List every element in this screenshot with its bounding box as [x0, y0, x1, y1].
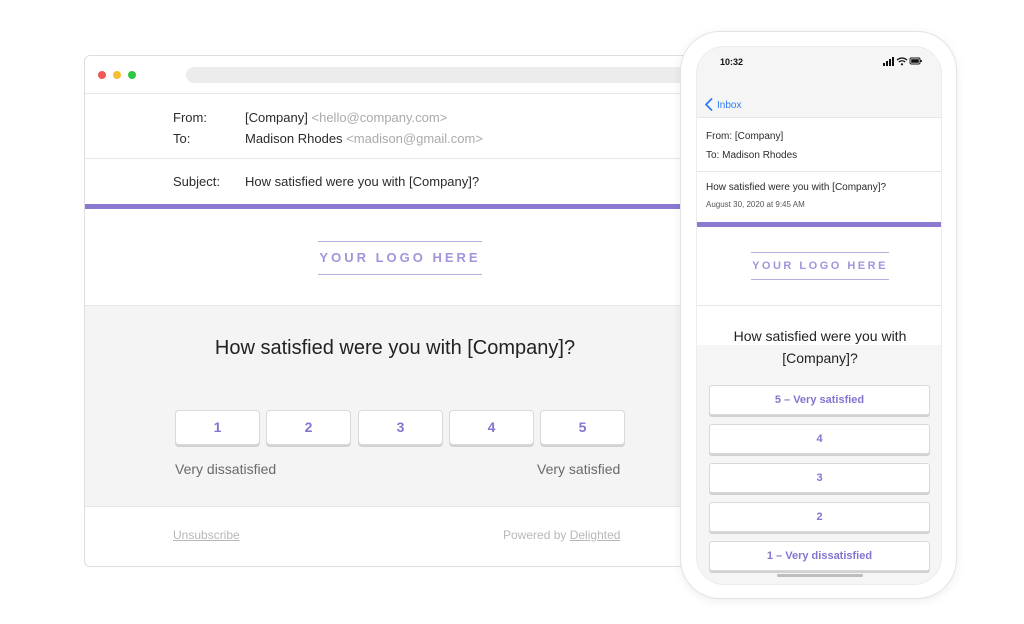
home-indicator[interactable]	[777, 574, 863, 577]
mail-navbar: Inbox	[697, 87, 941, 117]
powered-by-text: Powered by	[503, 528, 567, 542]
status-icons	[883, 57, 922, 66]
wifi-icon	[896, 57, 908, 66]
delighted-link[interactable]: Delighted	[570, 528, 621, 542]
from-label: From:	[173, 110, 207, 125]
rating-button-3[interactable]: 3	[358, 410, 443, 445]
maximize-window-button[interactable]	[128, 71, 136, 79]
back-chevron-icon[interactable]	[704, 98, 713, 111]
inbox-back-button[interactable]: Inbox	[717, 100, 741, 111]
accent-bar	[85, 204, 703, 209]
mobile-survey-divider	[697, 305, 941, 306]
desktop-email-window: From: [Company] <hello@company.com> To: …	[84, 55, 704, 567]
signal-icon	[883, 57, 894, 66]
powered-by: Powered by Delighted	[503, 528, 620, 542]
to-value: Madison Rhodes <madison@gmail.com>	[245, 131, 483, 146]
mobile-option-1[interactable]: 1 – Very dissatisfied	[709, 541, 930, 571]
from-email: <hello@company.com>	[311, 110, 448, 125]
rating-button-1[interactable]: 1	[175, 410, 260, 445]
rating-button-5[interactable]: 5	[540, 410, 625, 445]
subject-label: Subject:	[173, 174, 220, 189]
scale-high-label: Very satisfied	[537, 461, 621, 477]
mobile-header-divider	[697, 171, 941, 172]
to-label: To:	[173, 131, 191, 146]
scale-low-label: Very dissatisfied	[175, 461, 277, 477]
close-window-button[interactable]	[98, 71, 106, 79]
mobile-option-2[interactable]: 2	[709, 502, 930, 532]
mobile-option-3[interactable]: 3	[709, 463, 930, 493]
rating-button-2[interactable]: 2	[266, 410, 351, 445]
header-divider	[85, 158, 703, 159]
survey-question: How satisfied were you with [Company]?	[214, 337, 576, 359]
from-name: [Company]	[245, 110, 308, 125]
battery-icon	[909, 57, 922, 65]
phone-screen: 10:32 Inbox From: [Company] To: Madison …	[696, 46, 942, 585]
phone-frame: 10:32 Inbox From: [Company] To: Madison …	[680, 31, 957, 599]
to-email: <madison@gmail.com>	[346, 131, 483, 146]
mobile-survey-question: How satisfied were you with [Company]?	[733, 328, 907, 366]
mobile-option-5[interactable]: 5 – Very satisfied	[709, 385, 930, 415]
mobile-accent-bar	[697, 222, 941, 227]
logo-placeholder: YOUR LOGO HERE	[318, 241, 482, 275]
subject-value: How satisfied were you with [Company]?	[245, 174, 480, 189]
mobile-subject: How satisfied were you with [Company]?	[706, 182, 887, 193]
unsubscribe-link[interactable]: Unsubscribe	[173, 528, 240, 542]
to-name: Madison Rhodes	[245, 131, 343, 146]
mobile-from: From: [Company]	[706, 131, 784, 142]
window-titlebar	[85, 56, 703, 94]
unsubscribe-link-wrap: Unsubscribe	[173, 528, 240, 542]
mobile-to: To: Madison Rhodes	[706, 150, 798, 161]
mobile-date: August 30, 2020 at 9:45 AM	[706, 200, 805, 209]
mobile-logo-placeholder: YOUR LOGO HERE	[751, 252, 889, 280]
mobile-option-4[interactable]: 4	[709, 424, 930, 454]
address-bar[interactable]	[186, 67, 703, 83]
navbar-divider	[697, 117, 941, 118]
survey-section: How satisfied were you with [Company]? 1…	[85, 305, 703, 507]
rating-button-4[interactable]: 4	[449, 410, 534, 445]
status-time: 10:32	[720, 57, 744, 67]
minimize-window-button[interactable]	[113, 71, 121, 79]
from-value: [Company] <hello@company.com>	[245, 110, 447, 125]
